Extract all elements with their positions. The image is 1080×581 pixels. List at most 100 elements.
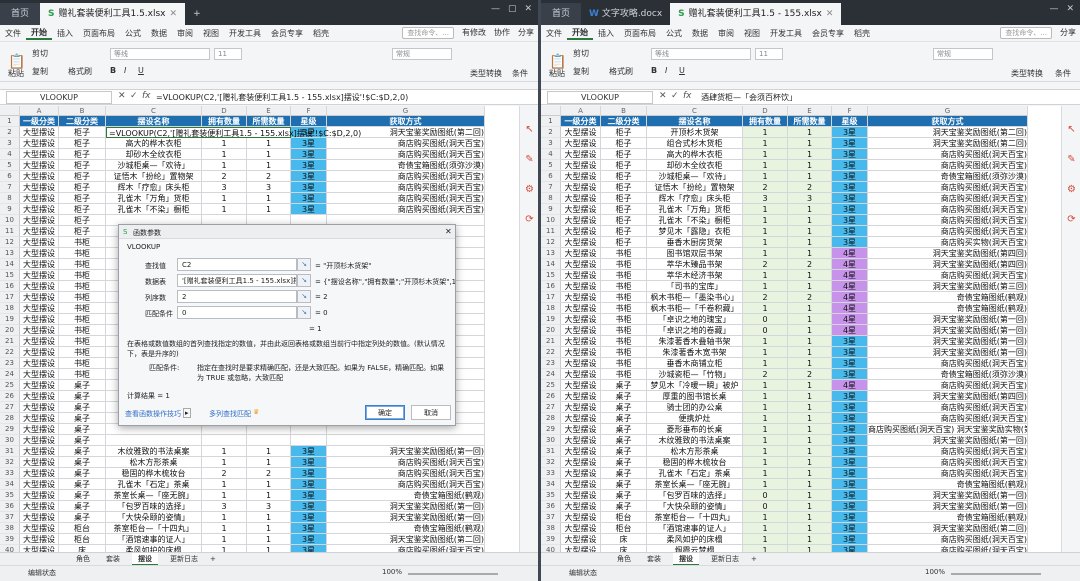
table-cell[interactable]: 商店购买图纸(洞天百宝) <box>327 545 485 552</box>
column-header[interactable]: A <box>20 106 59 116</box>
pointer-icon[interactable]: ↖ <box>1066 124 1077 135</box>
table-cell[interactable]: 桌子 <box>601 479 647 490</box>
paste-label[interactable]: 粘贴 <box>549 68 565 79</box>
table-cell[interactable]: 桌子 <box>59 380 106 391</box>
tab-workbook[interactable]: S 赠礼套装便利工具1.5 - 155.xlsx ✕ <box>670 3 842 25</box>
table-cell[interactable]: 大型摆设 <box>561 402 601 413</box>
table-cell[interactable]: 商店购买图纸(洞天百宝) <box>868 358 1028 369</box>
table-cell[interactable]: 书柜 <box>601 325 647 336</box>
multi-column-link[interactable]: 多列查找匹配 <box>209 409 251 419</box>
row-number[interactable]: 1 <box>0 116 20 127</box>
table-cell[interactable]: 大型摆设 <box>561 237 601 248</box>
underline-icon[interactable]: U <box>138 66 144 75</box>
table-cell[interactable]: 奇债宝箱图纸(须弥沙漠) <box>868 369 1028 380</box>
row-number[interactable]: 3 <box>0 138 20 149</box>
table-cell[interactable]: 3星 <box>291 523 327 534</box>
row-number[interactable]: 14 <box>541 259 561 270</box>
table-cell[interactable]: 大型摆设 <box>561 413 601 424</box>
table-cell[interactable]: 柜子 <box>601 237 647 248</box>
row-number[interactable]: 7 <box>0 182 20 193</box>
table-cell[interactable]: 2 <box>788 292 832 303</box>
table-cell[interactable]: 1 <box>743 138 788 149</box>
table-cell[interactable]: 4星 <box>832 248 868 259</box>
table-cell[interactable]: 图书馆双层书架 <box>647 248 743 259</box>
table-cell[interactable]: 柜台 <box>601 523 647 534</box>
table-cell[interactable]: 柜子 <box>601 204 647 215</box>
table-cell[interactable]: 4星 <box>832 325 868 336</box>
row-number[interactable]: 34 <box>0 479 20 490</box>
table-cell[interactable]: 3星 <box>832 226 868 237</box>
row-number[interactable]: 36 <box>541 501 561 512</box>
unsaved-indicator[interactable]: 有修改 <box>462 27 486 39</box>
table-cell[interactable]: 3星 <box>832 171 868 182</box>
row-number[interactable]: 17 <box>0 292 20 303</box>
table-cell[interactable]: 柔风如护的床榻 <box>647 534 743 545</box>
table-cell[interactable]: 桌子 <box>59 424 106 435</box>
row-number[interactable]: 29 <box>541 424 561 435</box>
table-cell[interactable]: 桌子 <box>59 446 106 457</box>
table-cell[interactable]: 1 <box>788 457 832 468</box>
table-cell[interactable]: 奇债宝箱图纸(须弥沙漠) <box>327 160 485 171</box>
table-cell[interactable]: 大型摆设 <box>20 523 59 534</box>
table-cell[interactable]: 1 <box>743 424 788 435</box>
table-cell[interactable]: 桌子 <box>601 424 647 435</box>
table-cell[interactable]: 「大快朵颐的姿情」 <box>647 501 743 512</box>
table-cell[interactable]: 大型摆设 <box>561 479 601 490</box>
table-cell[interactable]: 1 <box>743 512 788 523</box>
name-box[interactable]: VLOOKUP <box>547 91 653 104</box>
table-cell[interactable]: 「卓识之地的卷藏」 <box>647 325 743 336</box>
table-cell[interactable]: 稳固的桦木梳妆台 <box>647 457 743 468</box>
row-number[interactable]: 28 <box>0 413 20 424</box>
table-cell[interactable]: 1 <box>247 512 291 523</box>
table-cell[interactable]: 桌子 <box>601 468 647 479</box>
column-title[interactable]: 摆设名称 <box>106 116 202 127</box>
table-cell[interactable]: 商店购买图纸(洞天百宝) <box>868 215 1028 226</box>
table-cell[interactable]: 1 <box>247 457 291 468</box>
table-cell[interactable]: 大型摆设 <box>20 369 59 380</box>
tips-link[interactable]: 查看函数操作技巧 <box>125 409 181 419</box>
table-cell[interactable]: 商店购买图纸(洞天百宝) <box>327 204 485 215</box>
table-cell[interactable]: 柜子 <box>59 127 106 138</box>
table-cell[interactable]: 桌子 <box>601 490 647 501</box>
row-number[interactable]: 34 <box>541 479 561 490</box>
table-cell[interactable]: 3星 <box>291 545 327 552</box>
table-cell[interactable]: 3星 <box>832 402 868 413</box>
table-cell[interactable]: 桌子 <box>59 413 106 424</box>
column-title[interactable]: 所需数量 <box>788 116 832 127</box>
row-number[interactable]: 39 <box>0 534 20 545</box>
table-cell[interactable]: 商店购买图纸(洞天百宝) <box>327 479 485 490</box>
table-cell[interactable]: 3星 <box>832 204 868 215</box>
table-cell[interactable]: 3 <box>247 182 291 193</box>
table-cell[interactable]: 大型摆设 <box>561 292 601 303</box>
table-cell[interactable]: 1 <box>743 534 788 545</box>
column-title[interactable]: 星级 <box>832 116 868 127</box>
table-cell[interactable]: 柜子 <box>601 127 647 138</box>
row-number[interactable]: 36 <box>0 501 20 512</box>
table-cell[interactable]: 1 <box>788 160 832 171</box>
table-cell[interactable]: 大型摆设 <box>20 237 59 248</box>
table-cell[interactable]: 3星 <box>832 479 868 490</box>
row-number[interactable]: 4 <box>541 149 561 160</box>
row-number[interactable]: 14 <box>0 259 20 270</box>
table-cell[interactable]: 柜子 <box>59 171 106 182</box>
range-select-icon[interactable]: ↘ <box>297 274 311 287</box>
range-select-icon[interactable]: ↘ <box>297 306 311 319</box>
table-cell[interactable]: 床 <box>601 545 647 552</box>
row-number[interactable]: 12 <box>0 237 20 248</box>
row-number[interactable]: 7 <box>541 182 561 193</box>
row-number[interactable]: 11 <box>541 226 561 237</box>
collab-button[interactable]: 协作 <box>494 27 510 39</box>
zoom-slider[interactable] <box>408 573 498 575</box>
table-cell[interactable]: 3星 <box>291 490 327 501</box>
table-cell[interactable]: 1 <box>202 193 247 204</box>
table-cell[interactable]: 书柜 <box>59 259 106 270</box>
column-header[interactable]: F <box>291 106 327 116</box>
arg-input-lookup[interactable]: C2 <box>177 258 297 271</box>
row-number[interactable]: 2 <box>0 127 20 138</box>
table-cell[interactable]: 柜子 <box>601 226 647 237</box>
row-number[interactable]: 29 <box>0 424 20 435</box>
table-cell[interactable]: 孔雀木「不染」橱柜 <box>647 215 743 226</box>
table-cell[interactable]: 商店购买实物(洞天百宝) <box>868 237 1028 248</box>
table-cell[interactable]: 大型摆设 <box>20 457 59 468</box>
table-cell[interactable]: 洞天宝鉴奖励图纸(第二回) <box>327 534 485 545</box>
